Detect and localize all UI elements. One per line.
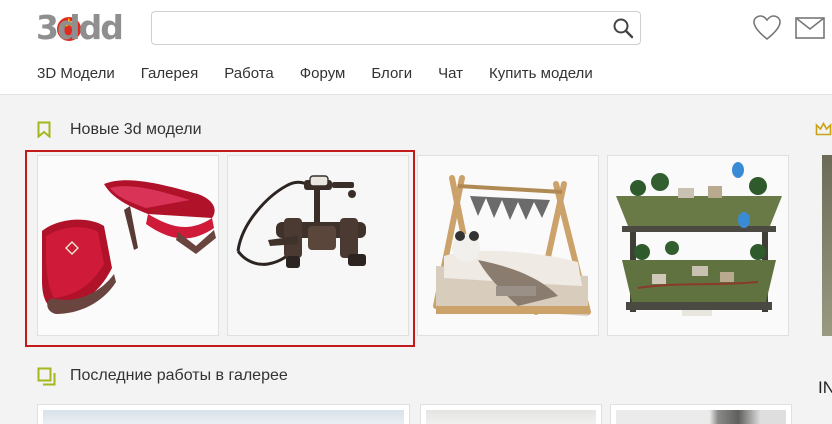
model-thumbnail <box>418 156 598 335</box>
model-thumbnail <box>608 156 788 335</box>
partial-heading: IN <box>818 378 832 397</box>
messages-button[interactable] <box>795 17 825 39</box>
gallery-title[interactable]: Последние работы в галерее <box>70 366 288 386</box>
site-logo[interactable]: ★ 3ddd <box>36 10 128 46</box>
gallery-card[interactable] <box>420 404 602 424</box>
site-header: ★ 3ddd 3D Модели Галерея Работа Форум Бл… <box>0 0 832 95</box>
model-card-partial[interactable] <box>822 155 832 336</box>
search-box <box>151 11 641 45</box>
model-card-railway[interactable] <box>607 155 789 336</box>
mail-icon <box>795 17 825 39</box>
nav-blogs[interactable]: Блоги <box>371 65 412 83</box>
nav-chat[interactable]: Чат <box>438 65 463 83</box>
nav-forum[interactable]: Форум <box>300 65 346 83</box>
gallery-icon <box>37 367 56 386</box>
new-models-title[interactable]: Новые 3d модели <box>70 120 202 140</box>
nav-gallery[interactable]: Галерея <box>141 65 199 83</box>
search-input[interactable] <box>160 18 600 38</box>
favorites-button[interactable] <box>753 15 781 41</box>
gallery-card[interactable] <box>37 404 410 424</box>
search-icon <box>613 18 634 39</box>
highlighted-models-frame <box>25 150 415 347</box>
gallery-thumbnail <box>426 410 596 424</box>
nav-jobs[interactable]: Работа <box>224 65 274 83</box>
search-button[interactable] <box>612 17 634 39</box>
heart-icon <box>753 15 781 41</box>
nav-3d-models[interactable]: 3D Модели <box>37 65 115 83</box>
crown-icon <box>815 122 832 136</box>
main-nav: 3D Модели Галерея Работа Форум Блоги Чат… <box>37 65 619 83</box>
model-card-teepee-bed[interactable] <box>417 155 599 336</box>
logo-text: 3ddd <box>36 8 124 47</box>
nav-buy-models[interactable]: Купить модели <box>489 65 593 83</box>
gallery-card[interactable] <box>610 404 792 424</box>
gallery-thumbnail <box>616 410 786 424</box>
bookmark-icon <box>37 121 51 138</box>
gallery-thumbnail <box>43 410 404 424</box>
